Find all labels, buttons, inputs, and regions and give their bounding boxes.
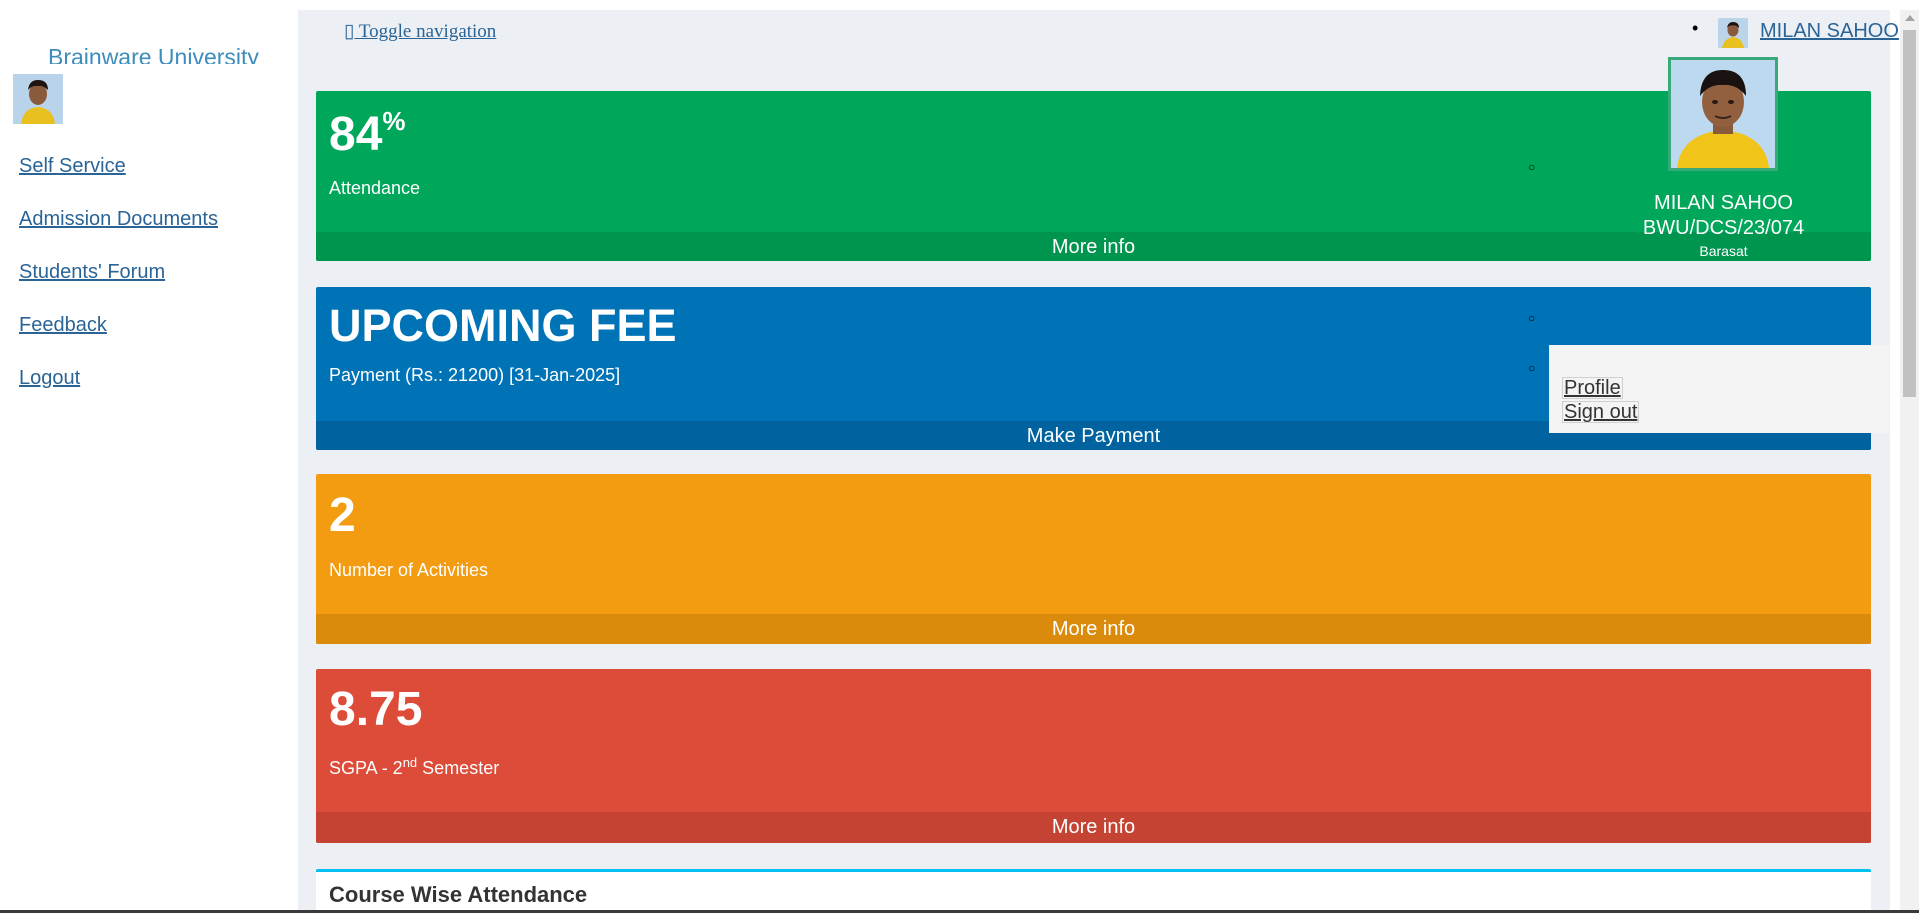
activities-box: 2 Number of Activities More info (316, 474, 1871, 644)
profile-link[interactable]: Profile (1562, 377, 1623, 399)
course-attendance-card: Course Wise Attendance (316, 869, 1871, 913)
user-header-panel: MILAN SAHOO BWU/DCS/23/074 Barasat (1552, 57, 1890, 290)
fee-payment-label: Payment (Rs.: 21200) [31-Jan-2025] (329, 365, 621, 385)
sgpa-label: SGPA - 2nd Semester (329, 755, 500, 778)
sign-out-link[interactable]: Sign out (1562, 401, 1640, 423)
sidebar-item-students-forum: Students' Forum (19, 261, 218, 314)
list-circle-icon: ○ (1528, 361, 1536, 375)
attendance-value: 84% (329, 106, 406, 161)
user-full-name: MILAN SAHOO (1654, 192, 1793, 214)
sidebar-link-admission-documents[interactable]: Admission Documents (19, 208, 218, 230)
activities-value: 2 (329, 489, 356, 542)
list-circle-icon: ○ (1528, 160, 1536, 174)
sidebar-avatar (13, 74, 63, 124)
sgpa-value: 8.75 (329, 683, 423, 736)
user-menu-toggle[interactable]: MILAN SAHOO (1760, 20, 1899, 43)
sidebar-menu: Self Service Admission Documents Student… (19, 155, 218, 420)
user-photo (1668, 57, 1778, 171)
sidebar-item-logout: Logout (19, 367, 218, 420)
sgpa-box: 8.75 SGPA - 2nd Semester More info (316, 669, 1871, 843)
sidebar-link-self-service[interactable]: Self Service (19, 155, 126, 177)
toggle-navigation-link[interactable]: ▯ Toggle navigation (344, 20, 496, 43)
scrollbar-thumb[interactable] (1903, 30, 1916, 397)
activities-label: Number of Activities (329, 560, 489, 580)
sidebar-item-admission-documents: Admission Documents (19, 208, 218, 261)
brand-logo-text[interactable]: Brainware University (48, 42, 259, 64)
upcoming-fee-title: UPCOMING FEE (329, 300, 677, 351)
user-campus: Barasat (1699, 243, 1748, 259)
course-attendance-title: Course Wise Attendance (329, 882, 588, 907)
user-avatar-image (1718, 18, 1748, 48)
user-avatar-icon[interactable] (1718, 18, 1748, 48)
attendance-label: Attendance (329, 178, 421, 198)
sidebar-link-logout[interactable]: Logout (19, 367, 80, 389)
sidebar: Brainware University Self Service Admiss… (0, 0, 298, 913)
sidebar-link-students-forum[interactable]: Students' Forum (19, 261, 165, 283)
user-photo-image (1671, 60, 1775, 168)
bullet-icon: • (1692, 18, 1699, 38)
sidebar-item-self-service: Self Service (19, 155, 218, 208)
sgpa-more-info-link[interactable]: More info (316, 812, 1871, 843)
activities-more-info-link[interactable]: More info (316, 614, 1871, 644)
user-footer-panel: Profile Sign out (1549, 345, 1889, 433)
list-circle-icon: ○ (1528, 311, 1536, 325)
avatar-icon (13, 74, 63, 124)
sidebar-item-feedback: Feedback (19, 314, 218, 367)
sidebar-link-feedback[interactable]: Feedback (19, 314, 107, 336)
scroll-up-icon[interactable] (1905, 15, 1915, 21)
user-registration-id: BWU/DCS/23/074 (1642, 217, 1805, 239)
page-scrollbar[interactable] (1900, 10, 1919, 913)
